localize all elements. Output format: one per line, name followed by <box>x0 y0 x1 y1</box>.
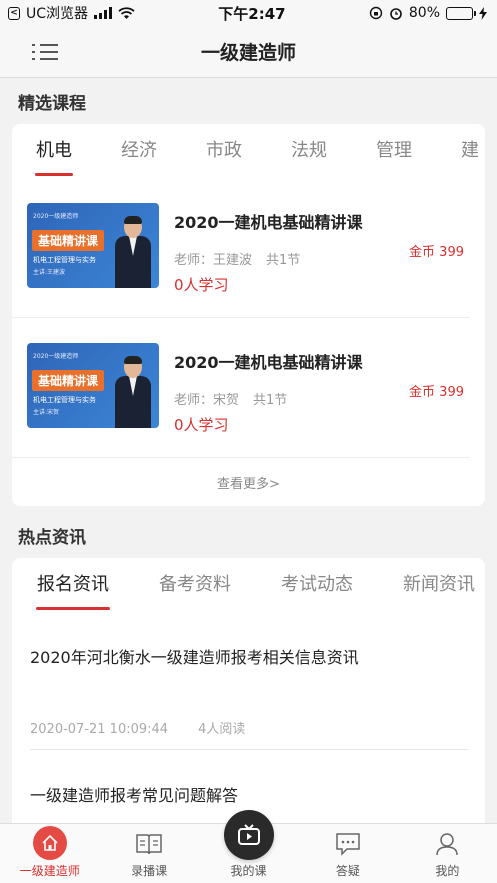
charging-icon <box>479 6 487 20</box>
featured-heading: 精选课程 <box>18 93 86 114</box>
course-price: 金币 399 <box>409 245 464 260</box>
featured-courses-card: 机电 经济 市政 法规 管理 建 2020一级建造师 基础精讲课 机电工程管理与… <box>12 124 485 506</box>
rotation-lock-icon <box>369 6 383 20</box>
thumb-subject: 机电工程管理与实务 <box>33 256 96 264</box>
thumb-subject: 机电工程管理与实务 <box>33 396 96 404</box>
course-price: 金币 399 <box>409 385 464 400</box>
course-item[interactable]: 2020一级建造师 基础精讲课 机电工程管理与实务 主讲:王建波 2020一建机… <box>12 178 470 318</box>
news-title[interactable]: 2020年河北衡水一级建造师报考相关信息资讯 <box>30 612 469 668</box>
thumb-badge: 基础精讲课 <box>32 230 105 251</box>
book-icon <box>136 832 162 856</box>
course-learners: 0人学习 <box>174 416 229 434</box>
tabbar-label: 答疑 <box>335 864 360 878</box>
tabbar-item-qa[interactable]: 答疑 <box>298 824 397 883</box>
news-title[interactable]: 一级建造师报考常见问题解答 <box>30 750 469 806</box>
thumb-top-text: 2020一级建造师 <box>33 213 79 220</box>
course-title[interactable]: 2020一建机电基础精讲课 <box>174 349 470 373</box>
tab-shizheng[interactable]: 市政 <box>206 124 242 178</box>
course-thumbnail[interactable]: 2020一级建造师 基础精讲课 机电工程管理与实务 主讲:王建波 <box>27 203 159 288</box>
back-app-label[interactable]: UC浏览器 <box>26 3 88 23</box>
teacher-photo <box>115 356 151 428</box>
nav-bar: 一级建造师 <box>0 26 497 78</box>
news-reads: 4人阅读 <box>198 722 246 737</box>
tab-jidian[interactable]: 机电 <box>35 124 73 178</box>
tabbar-item-my-courses[interactable]: 我的课 <box>199 810 298 883</box>
bottom-tab-bar: 一级建造师 录播课 我的课 答疑 我的 <box>0 810 497 883</box>
status-bar: < UC浏览器 下午2:47 80% <box>0 0 497 26</box>
tab-fagui[interactable]: 法规 <box>291 124 327 178</box>
tabbar-label: 我的课 <box>230 864 267 878</box>
menu-icon[interactable] <box>32 41 58 63</box>
tabbar-item-recorded[interactable]: 录播课 <box>99 824 198 883</box>
tabbar-item-me[interactable]: 我的 <box>398 824 497 883</box>
page-title: 一级建造师 <box>200 42 296 64</box>
user-icon <box>434 832 460 856</box>
signal-icon <box>94 7 113 19</box>
tab-news[interactable]: 新闻资讯 <box>403 558 475 612</box>
thumb-badge: 基础精讲课 <box>32 370 105 391</box>
news-heading: 热点资讯 <box>18 527 86 548</box>
thumb-speaker: 主讲:宋贺 <box>33 409 60 416</box>
tab-guanli[interactable]: 管理 <box>376 124 412 178</box>
course-title[interactable]: 2020一建机电基础精讲课 <box>174 209 470 233</box>
course-lessons: 共1节 <box>253 393 288 408</box>
course-thumbnail[interactable]: 2020一级建造师 基础精讲课 机电工程管理与实务 主讲:宋贺 <box>27 343 159 428</box>
battery-icon <box>446 6 476 20</box>
tab-registration-news[interactable]: 报名资讯 <box>36 558 110 612</box>
tab-study-materials[interactable]: 备考资料 <box>159 558 231 612</box>
tabbar-label: 我的 <box>435 864 460 878</box>
thumb-speaker: 主讲:王建波 <box>33 269 66 276</box>
news-category-tabs: 报名资讯 备考资料 考试动态 新闻资讯 <box>12 558 485 612</box>
view-more-link[interactable]: 查看更多> <box>12 458 485 506</box>
alarm-icon <box>390 8 402 20</box>
course-learners: 0人学习 <box>174 276 229 294</box>
video-icon <box>223 810 274 860</box>
news-date: 2020-07-21 10:09:44 <box>30 722 169 737</box>
tab-exam-updates[interactable]: 考试动态 <box>281 558 353 612</box>
course-teacher: 老师：宋贺 <box>174 393 240 408</box>
thumb-top-text: 2020一级建造师 <box>33 353 79 360</box>
teacher-photo <box>115 216 151 288</box>
news-item[interactable]: 一级建造师报考常见问题解答 <box>30 750 469 806</box>
course-teacher: 老师：王建波 <box>174 253 253 268</box>
course-lessons: 共1节 <box>266 253 301 268</box>
battery-percent: 80% <box>408 5 440 21</box>
home-icon <box>32 826 67 860</box>
tab-jingji[interactable]: 经济 <box>121 124 157 178</box>
course-category-tabs: 机电 经济 市政 法规 管理 建 <box>12 124 485 178</box>
chat-icon <box>335 832 361 856</box>
tabbar-item-home[interactable]: 一级建造师 <box>0 824 99 883</box>
course-item[interactable]: 2020一级建造师 基础精讲课 机电工程管理与实务 主讲:宋贺 2020一建机电… <box>12 318 470 458</box>
wifi-icon <box>118 6 135 19</box>
tab-jian[interactable]: 建 <box>461 124 479 178</box>
tabbar-label: 一级建造师 <box>19 864 80 878</box>
back-arrow-icon[interactable]: < <box>8 6 20 20</box>
tabbar-label: 录播课 <box>131 864 168 878</box>
news-item[interactable]: 2020年河北衡水一级建造师报考相关信息资讯 2020-07-21 10:09:… <box>30 612 469 750</box>
clock: 下午2:47 <box>218 4 286 23</box>
